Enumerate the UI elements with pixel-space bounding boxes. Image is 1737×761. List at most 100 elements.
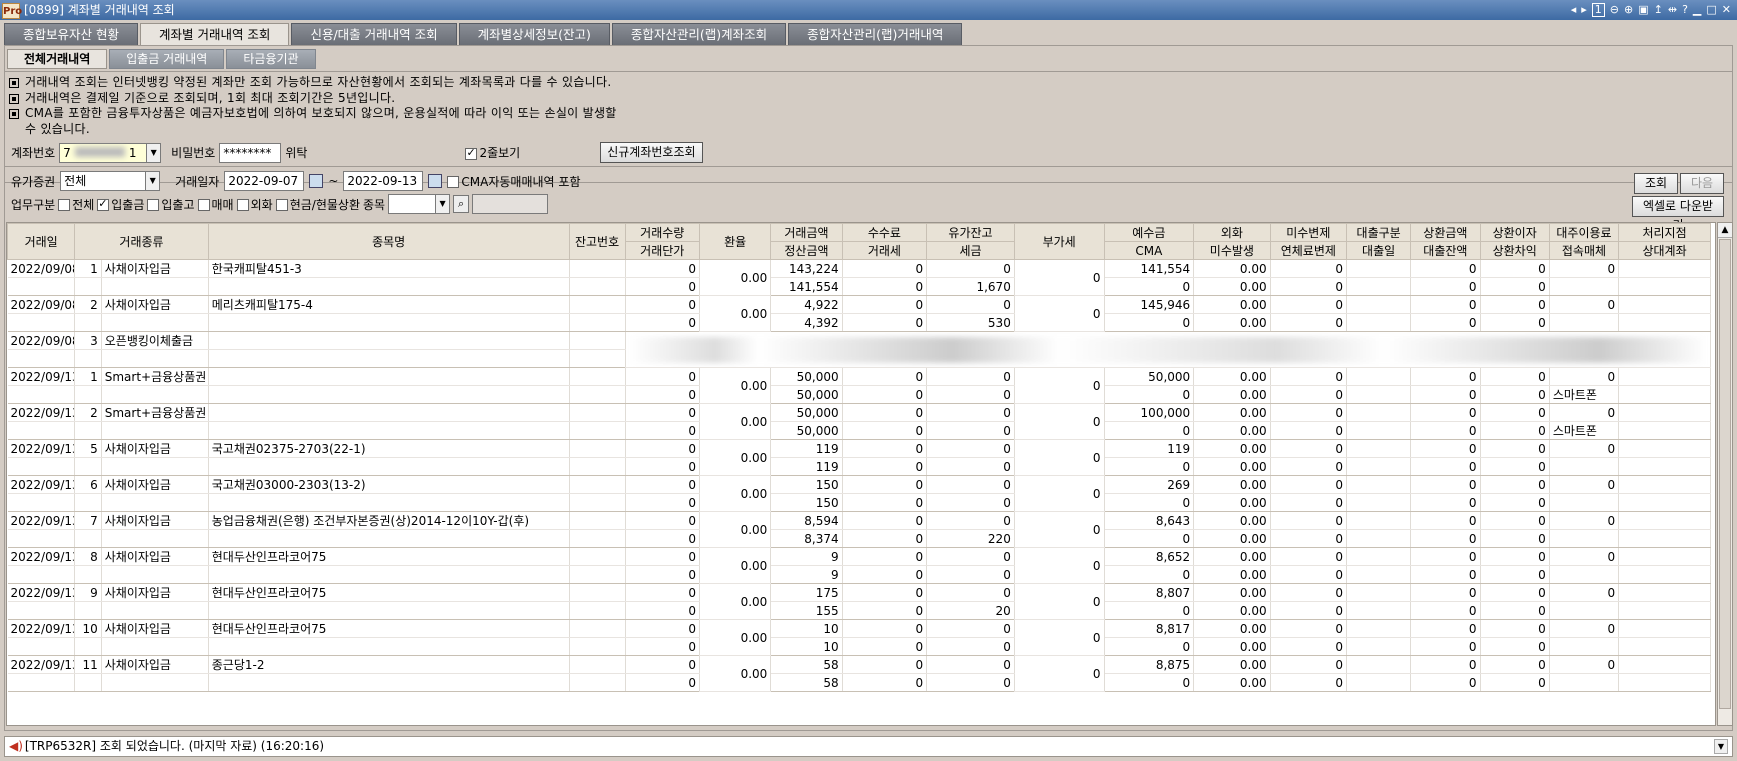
col-overdue[interactable]: 연체료변제 — [1269, 241, 1348, 260]
col-counter-account[interactable]: 상대계좌 — [1618, 241, 1711, 260]
scroll-thumb[interactable] — [1719, 239, 1731, 709]
maximize-icon[interactable]: □ — [1706, 3, 1716, 17]
search-icon[interactable]: ⌕ — [453, 195, 470, 213]
col-qty[interactable]: 거래수량 — [624, 223, 700, 242]
calendar-icon[interactable] — [309, 174, 324, 188]
col-balance-no[interactable]: 잔고번호 — [568, 223, 626, 260]
tab-wrap-transactions[interactable]: 종합자산관리(랩)거래내역 — [788, 23, 963, 45]
col-repay-gain[interactable]: 상환차익 — [1479, 241, 1550, 260]
col-amount[interactable]: 거래금액 — [770, 223, 843, 242]
subtab-deposit-withdraw[interactable]: 입출금 거래내역 — [109, 49, 225, 69]
security-select[interactable]: 전체 ▼ — [60, 171, 161, 191]
table-row[interactable]: 2022/09/08 1 사채이자입금 한국캐피탈451-3 0 0.00 143,224 0… — [7, 259, 1711, 296]
col-unit-price[interactable]: 거래단가 — [624, 241, 700, 260]
opt-trade[interactable]: 매매 — [197, 196, 234, 213]
col-date[interactable]: 거래일 — [7, 223, 76, 260]
col-unpaid[interactable]: 미수발생 — [1193, 241, 1271, 260]
col-name[interactable]: 종목명 — [207, 223, 570, 260]
table-row[interactable]: 2022/09/13 10 사채이자입금 현대두산인프라코어75 0 0.00 10 0 0 0 8… — [7, 619, 1711, 656]
screen-link-icon[interactable]: ▣ — [1638, 3, 1648, 17]
table-row-second-line[interactable]: 0 50,000 0 0 0 0.00 0 0 0 스마트폰 — [7, 385, 1711, 404]
chevron-down-icon[interactable]: ▼ — [145, 172, 160, 190]
help-icon[interactable]: ? — [1682, 3, 1688, 17]
table-row-second-line[interactable]: 0 141,554 0 1,670 0 0.00 0 0 0 — [7, 277, 1711, 296]
col-unpaid-repay[interactable]: 미수변제 — [1269, 223, 1348, 242]
query-button[interactable]: 조회 — [1634, 173, 1678, 194]
zoom-out-icon[interactable]: ⊖ — [1610, 3, 1619, 17]
col-settle[interactable]: 정산금액 — [770, 241, 843, 260]
next-button[interactable]: 다음 — [1680, 173, 1724, 194]
vertical-scrollbar[interactable]: ▲ — [1717, 222, 1733, 726]
subtab-all[interactable]: 전체거래내역 — [7, 49, 108, 69]
settings-icon[interactable]: ⇹ — [1668, 3, 1677, 17]
next-window-icon[interactable]: ▸ — [1581, 3, 1587, 17]
col-fx[interactable]: 외화 — [1193, 223, 1271, 242]
date-to-input[interactable]: 2022-09-13 — [343, 171, 424, 191]
opt-fx-checkbox[interactable] — [236, 199, 249, 211]
opt-cash[interactable]: 현금/현물상환 — [275, 196, 360, 213]
pin-icon[interactable]: ↥ — [1654, 3, 1663, 17]
col-repay-interest[interactable]: 상환이자 — [1479, 223, 1550, 242]
two-line-checkbox[interactable] — [465, 146, 478, 160]
chevron-down-icon[interactable]: ▼ — [435, 195, 450, 213]
opt-all-checkbox[interactable] — [58, 199, 71, 211]
cma-checkbox[interactable] — [447, 176, 460, 188]
tab-wrap-account[interactable]: 종합자산관리(랩)계좌조회 — [611, 23, 787, 45]
table-row[interactable]: 2022/09/13 11 사채이자입금 종근당1-2 0 0.00 58 0 0 0 8,875 0… — [7, 655, 1711, 692]
opt-deposit[interactable]: 입출금 — [97, 196, 144, 213]
table-row-second-line[interactable]: 0 50,000 0 0 0 0.00 0 0 0 스마트폰 — [7, 421, 1711, 440]
cma-checkbox-wrap[interactable]: CMA자동매매내역 포함 — [447, 173, 580, 190]
col-vat[interactable]: 부가세 — [1013, 223, 1105, 260]
prev-window-icon[interactable]: ◂ — [1571, 3, 1577, 17]
table-row[interactable]: 2022/09/13 9 사채이자입금 현대두산인프라코어75 0 0.00 175 0 0 0 8… — [7, 583, 1711, 620]
col-fx-rate[interactable]: 환율 — [698, 223, 772, 260]
table-row[interactable]: 2022/09/13 1 Smart+금융상품권 0 0.00 50,000 0 0 0 50,0… — [7, 367, 1711, 404]
excel-download-button[interactable]: 엑셀로 다운받기 — [1632, 196, 1724, 232]
col-cma[interactable]: CMA — [1103, 241, 1195, 260]
two-line-checkbox-wrap[interactable]: 2줄보기 — [465, 144, 520, 161]
table-row[interactable]: 2022/09/13 8 사채이자입금 현대두산인프라코어75 0 0.00 9 0 0 0 8,6… — [7, 547, 1711, 584]
zoom-in-icon[interactable]: ⊕ — [1624, 3, 1633, 17]
table-row-second-line[interactable]: 0 8,374 0 220 0 0.00 0 0 0 — [7, 529, 1711, 548]
opt-all[interactable]: 전체 — [58, 196, 94, 213]
table-row[interactable]: 2022/09/13 5 사채이자입금 국고채권02375-2703(22-1) 0 0.… — [7, 439, 1711, 476]
col-branch[interactable]: 처리지점 — [1618, 223, 1711, 242]
opt-fx[interactable]: 외화 — [236, 196, 273, 213]
opt-inout-checkbox[interactable] — [147, 199, 160, 211]
password-input[interactable]: ******** — [219, 142, 282, 163]
date-from-input[interactable]: 2022-09-07 — [224, 171, 305, 191]
scroll-up-icon[interactable]: ▲ — [1718, 223, 1732, 238]
chevron-down-icon[interactable]: ▼ — [1714, 739, 1728, 754]
col-media[interactable]: 접속매체 — [1548, 241, 1620, 260]
col-deposit[interactable]: 예수금 — [1103, 223, 1195, 242]
table-row-second-line[interactable]: 0 9 0 0 0 0.00 0 0 0 — [7, 565, 1711, 584]
subtab-other-institution[interactable]: 타금융기관 — [226, 49, 316, 69]
col-tax[interactable]: 세금 — [926, 241, 1015, 260]
tab-total-assets[interactable]: 종합보유자산 현황 — [4, 23, 138, 45]
opt-inout[interactable]: 입출고 — [147, 196, 195, 213]
table-row-second-line[interactable]: 0 4,392 0 530 0 0.00 0 0 0 — [7, 313, 1711, 332]
table-row-second-line[interactable]: 0 150 0 0 0 0.00 0 0 0 — [7, 493, 1711, 512]
col-kind[interactable]: 거래종류 — [74, 223, 209, 260]
col-repay-amount[interactable]: 상환금액 — [1410, 223, 1481, 242]
tab-account-detail[interactable]: 계좌별상세정보(잔고) — [458, 23, 610, 45]
tab-account-transactions[interactable]: 계좌별 거래내역 조회 — [139, 23, 290, 45]
col-loan-type[interactable]: 대출구분 — [1346, 223, 1412, 242]
col-loan-date[interactable]: 대출일 — [1346, 241, 1412, 260]
chevron-down-icon[interactable]: ▼ — [146, 143, 161, 162]
col-loan-balance[interactable]: 대출잔액 — [1410, 241, 1481, 260]
table-row-second-line[interactable]: 0 155 0 20 0 0.00 0 0 0 — [7, 601, 1711, 620]
page-number-box[interactable]: 1 — [1591, 3, 1605, 17]
table-row-second-line[interactable]: 0 58 0 0 0 0.00 0 0 0 — [7, 673, 1711, 692]
table-row[interactable]: 2022/09/13 6 사채이자입금 국고채권03000-2303(13-2) 0 0.… — [7, 475, 1711, 512]
account-number-combo[interactable]: 7 1 ▼ — [59, 142, 162, 163]
opt-trade-checkbox[interactable] — [197, 199, 210, 211]
close-icon[interactable]: ✕ — [1722, 3, 1731, 17]
tab-credit-loan[interactable]: 신용/대출 거래내역 조회 — [291, 23, 457, 45]
table-row[interactable]: 2022/09/08 2 사채이자입금 메리츠캐피탈175-4 0 0.00 4,922 0 0… — [7, 295, 1711, 332]
col-trade-tax[interactable]: 거래세 — [841, 241, 928, 260]
item-select[interactable]: ▼ — [388, 194, 451, 214]
minimize-icon[interactable]: ▁ — [1693, 3, 1701, 17]
table-row-second-line[interactable]: 0 10 0 0 0 0.00 0 0 0 — [7, 637, 1711, 656]
table-row[interactable]: 2022/09/13 2 Smart+금융상품권 0 0.00 50,000 0 0 0 100,… — [7, 403, 1711, 440]
